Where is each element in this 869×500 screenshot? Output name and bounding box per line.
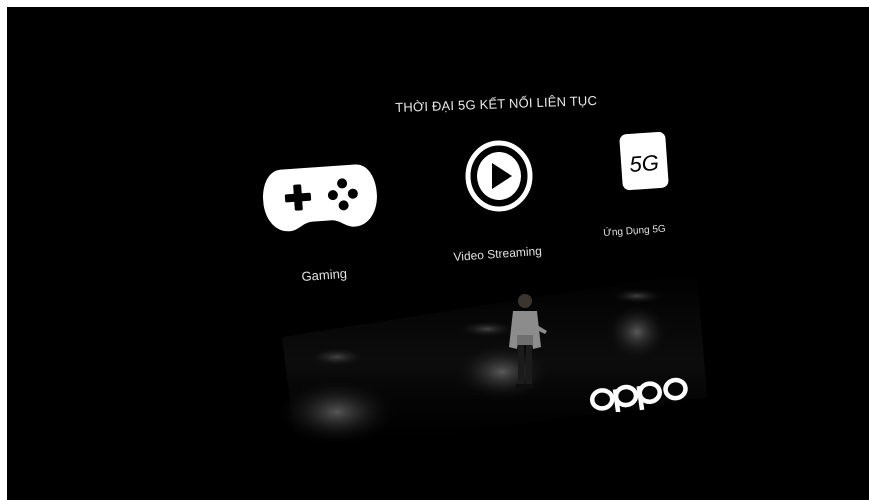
video-frame: THỜI ĐẠI 5G KẾT NỐI LIÊN TỤC 5G Gaming V… (7, 7, 869, 500)
oppo-logo: oppo (589, 377, 688, 412)
gamepad-icon (263, 164, 377, 232)
play-icon (465, 140, 533, 212)
stage-floor-reflections (275, 272, 707, 457)
5g-badge-text: 5G (629, 150, 660, 177)
5g-icon: 5G (619, 131, 669, 191)
presentation-stage: THỜI ĐẠI 5G KẾT NỐI LIÊN TỤC 5G Gaming V… (7, 7, 869, 500)
feature-label-gaming: Gaming (301, 265, 348, 284)
presenter-figure (509, 294, 547, 388)
